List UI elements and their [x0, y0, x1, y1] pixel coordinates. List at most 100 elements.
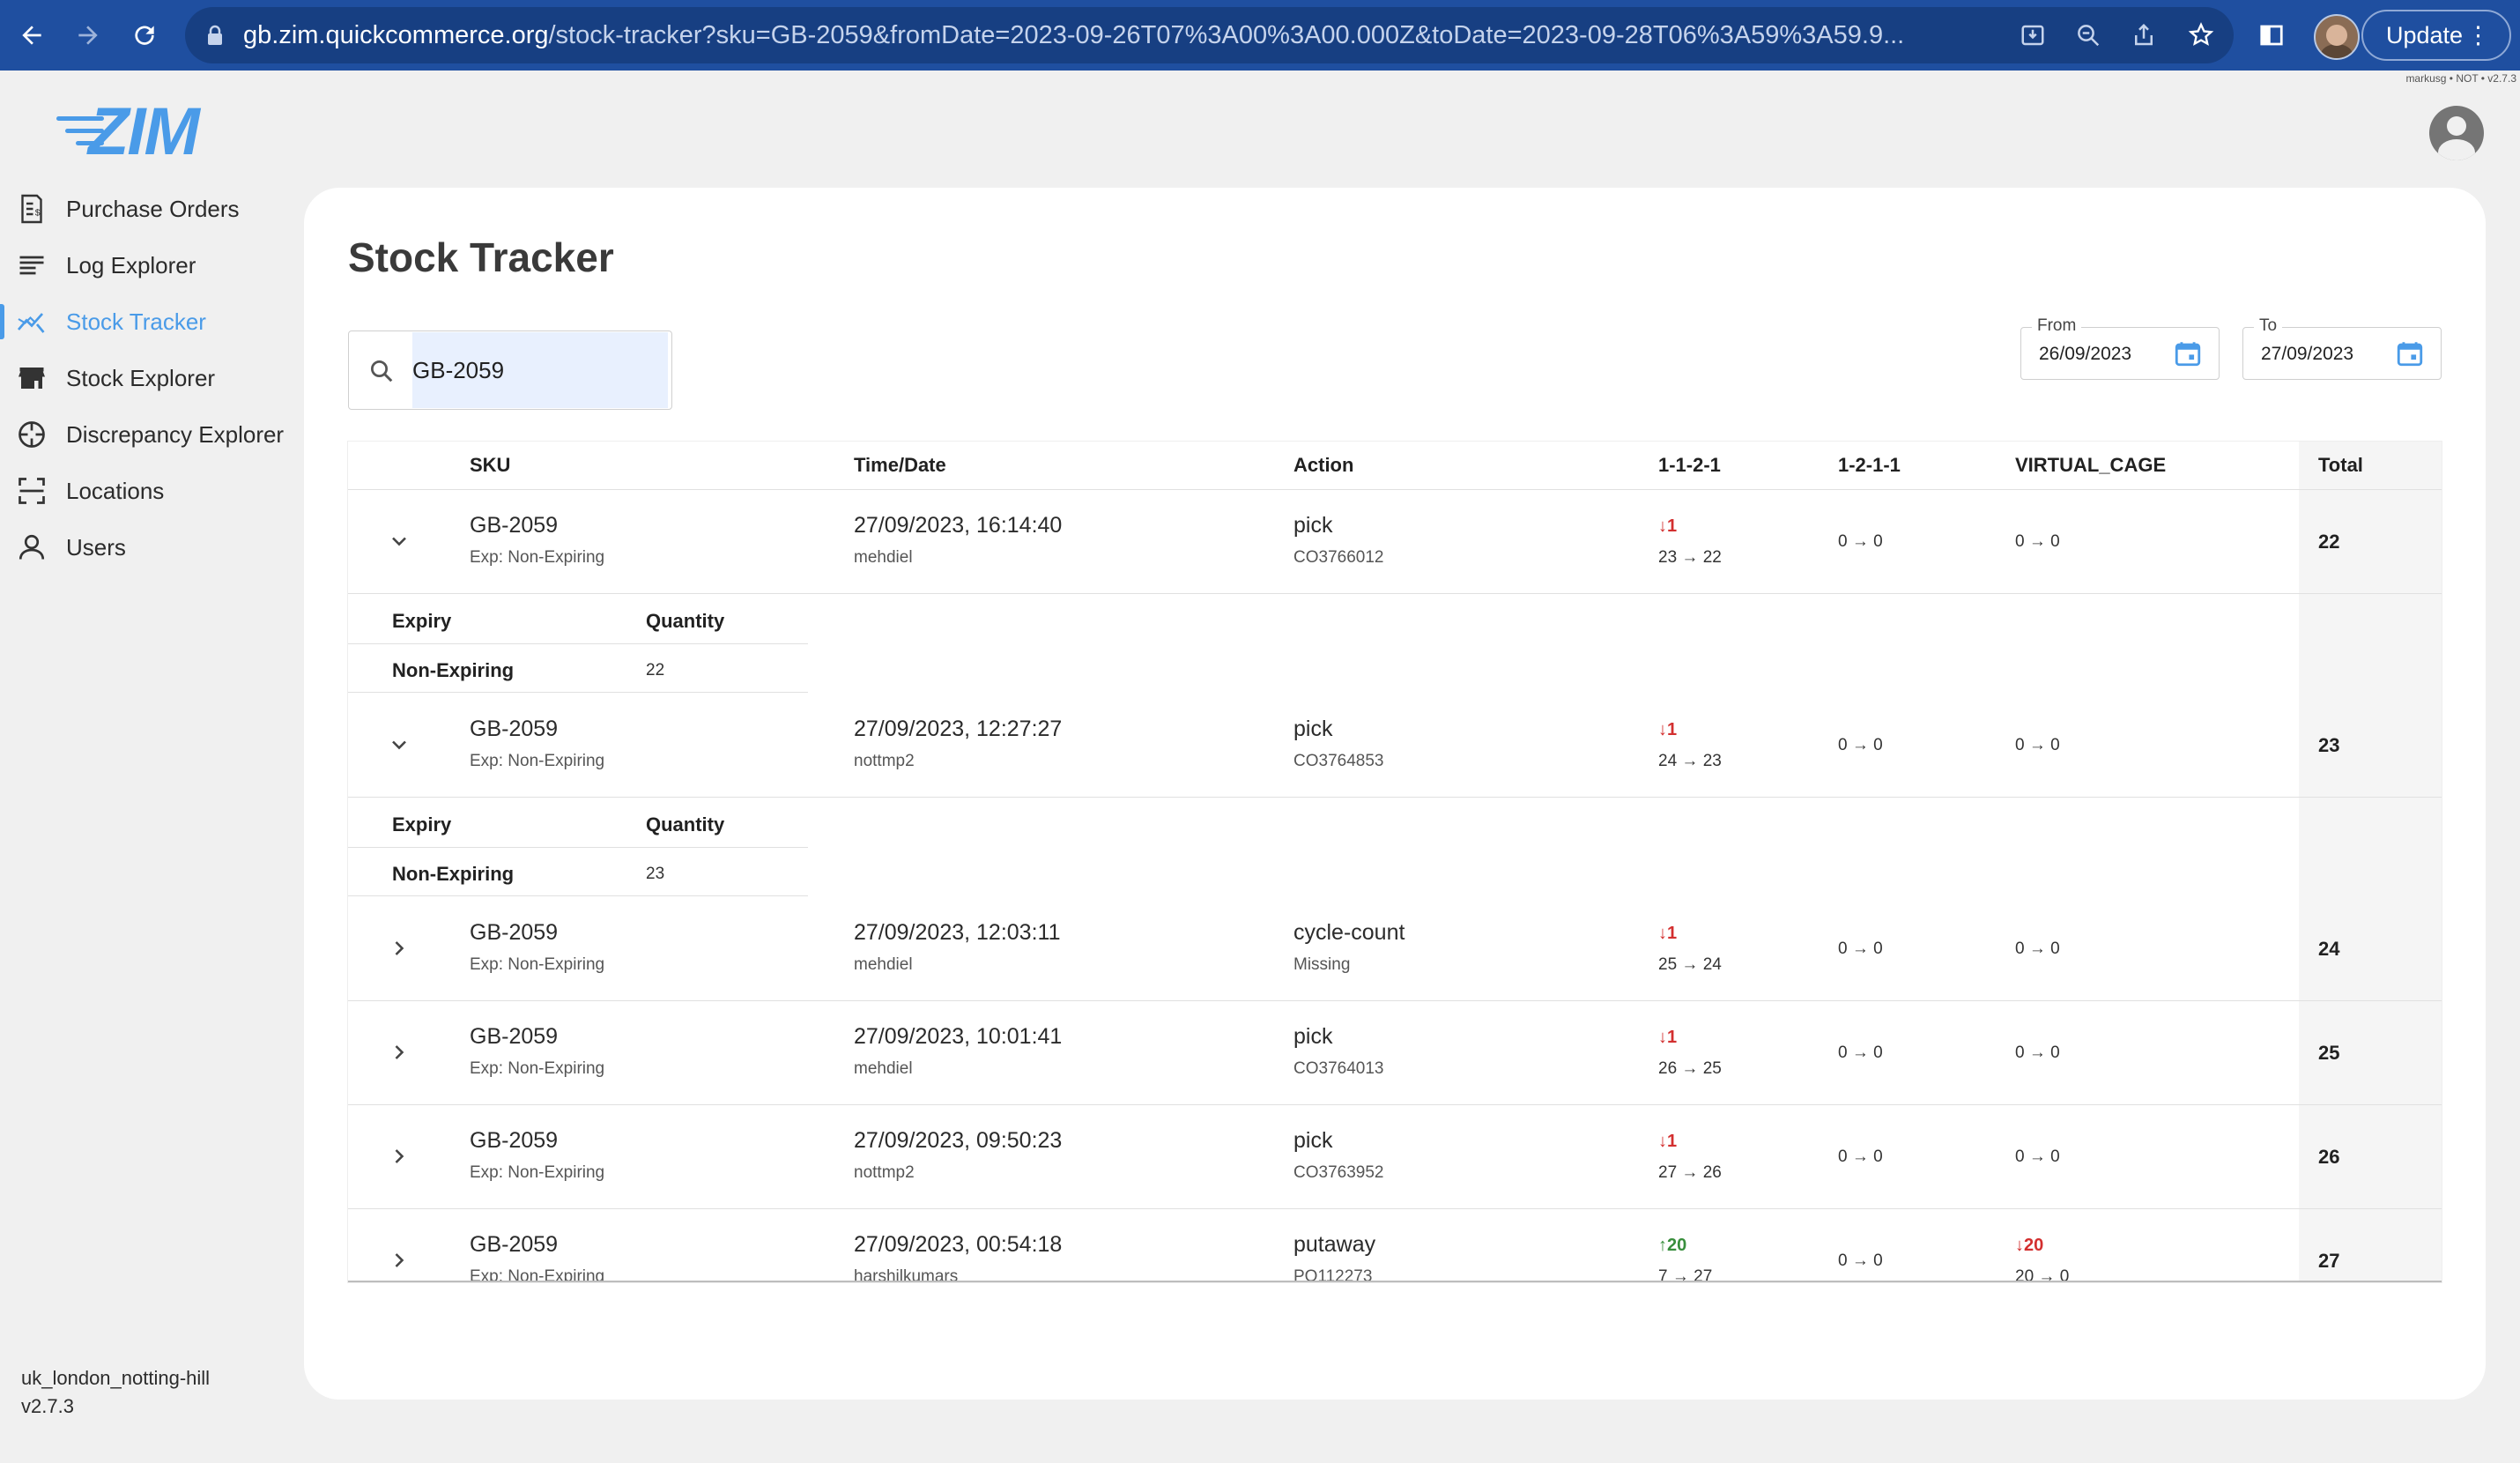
site-name: uk_london_notting-hill: [21, 1367, 211, 1389]
to-date-input[interactable]: [2261, 344, 2393, 365]
crosshair-icon: [16, 419, 48, 450]
url-text: gb.zim.quickcommerce.org/stock-tracker?s…: [243, 21, 1905, 49]
from-date-label: From: [2032, 316, 2082, 336]
column-header-time: Time/Date: [854, 454, 946, 476]
loc2-change: 0 → 0: [1838, 1147, 1883, 1166]
column-header-virtual-cage: VIRTUAL_CAGE: [2015, 454, 2167, 476]
table-row[interactable]: GB-2059 Exp: Non-Expiring 27/09/2023, 09…: [348, 1105, 2442, 1208]
from-date-input[interactable]: [2039, 344, 2171, 365]
sidebar-item-locations[interactable]: Locations: [0, 463, 300, 519]
arrow-down-icon: ↓: [1658, 1132, 1667, 1151]
user-cell: mehdiel: [854, 1059, 913, 1078]
loc-delta-down: ↓1: [1658, 516, 1677, 537]
row-expansion: Expiry Quantity Non-Expiring 22: [348, 594, 2442, 694]
page-title: Stock Tracker: [348, 234, 614, 280]
loc-change: 24 → 23: [1658, 752, 1722, 770]
side-panel-icon[interactable]: [2254, 18, 2289, 53]
share-icon[interactable]: [2126, 18, 2161, 53]
loc-delta-value: 20: [1667, 1236, 1687, 1255]
cage-delta-down: ↓20: [2015, 1236, 2043, 1256]
table-row[interactable]: GB-2059 Exp: Non-Expiring 27/09/2023, 12…: [348, 897, 2442, 1000]
expansion-divider: [348, 895, 808, 896]
expiry-cell: Exp: Non-Expiring: [470, 548, 605, 567]
cage-change: 0 → 0: [2015, 532, 2060, 551]
reference-cell: CO3764853: [1293, 752, 1384, 770]
time-cell: 27/09/2023, 12:27:27: [854, 717, 1063, 741]
table-row[interactable]: GB-2059 Exp: Non-Expiring 27/09/2023, 16…: [348, 490, 2442, 593]
expansion-expiry-value: Non-Expiring: [392, 863, 515, 885]
reload-icon[interactable]: [125, 16, 164, 55]
install-icon[interactable]: [2015, 18, 2050, 53]
logo-text: ZIM: [88, 94, 200, 169]
bookmark-star-icon[interactable]: [2183, 18, 2219, 53]
column-header-loc-1211: 1-2-1-1: [1838, 454, 1901, 476]
action-cell: pick: [1293, 717, 1333, 741]
sidebar-item-stock-explorer[interactable]: Stock Explorer: [0, 350, 300, 406]
expiry-cell: Exp: Non-Expiring: [470, 1267, 605, 1282]
time-cell: 27/09/2023, 00:54:18: [854, 1232, 1063, 1257]
loc-delta-down: ↓1: [1658, 1132, 1677, 1152]
chevron-down-icon[interactable]: [387, 732, 411, 757]
version-tag: markusg • NOT • v2.7.3: [2405, 72, 2516, 85]
back-icon[interactable]: [12, 16, 51, 55]
sidebar-item-label: Stock Explorer: [66, 364, 216, 391]
account-avatar[interactable]: [2429, 106, 2484, 160]
table-row[interactable]: GB-2059 Exp: Non-Expiring 27/09/2023, 10…: [348, 1001, 2442, 1104]
sku-cell: GB-2059: [470, 513, 559, 538]
more-vert-icon: ⋮: [2466, 22, 2490, 48]
table-row[interactable]: GB-2059 Exp: Non-Expiring 27/09/2023, 00…: [348, 1209, 2442, 1282]
forward-icon[interactable]: [69, 16, 107, 55]
search-input[interactable]: [412, 332, 668, 408]
time-cell: 27/09/2023, 09:50:23: [854, 1128, 1063, 1153]
expansion-expiry-value: Non-Expiring: [392, 659, 515, 681]
loc-delta-value: 1: [1667, 1028, 1678, 1047]
address-bar[interactable]: gb.zim.quickcommerce.org/stock-tracker?s…: [185, 7, 2234, 63]
from-date-field[interactable]: From: [2020, 316, 2220, 380]
arrow-down-icon: ↓: [1658, 720, 1667, 739]
expiry-cell: Exp: Non-Expiring: [470, 752, 605, 770]
chevron-right-icon[interactable]: [387, 1248, 411, 1273]
sidebar-item-users[interactable]: Users: [0, 519, 300, 576]
sidebar-item-purchase-orders[interactable]: $ Purchase Orders: [0, 181, 300, 237]
chevron-right-icon[interactable]: [387, 936, 411, 961]
arrow-down-icon: ↓: [2015, 1236, 2024, 1255]
table-row[interactable]: GB-2059 Exp: Non-Expiring 27/09/2023, 12…: [348, 694, 2442, 797]
user-cell: mehdiel: [854, 548, 913, 567]
total-cell: 22: [2318, 531, 2340, 553]
chevron-down-icon[interactable]: [387, 529, 411, 553]
to-date-field[interactable]: To: [2242, 316, 2442, 380]
browser-profile-avatar[interactable]: [2314, 14, 2360, 60]
calendar-icon[interactable]: [2395, 338, 2425, 373]
zim-logo[interactable]: ZIM: [56, 94, 233, 169]
arrow-down-icon: ↓: [1658, 516, 1667, 536]
loc-change: 26 → 25: [1658, 1059, 1722, 1078]
cage-change: 0 → 0: [2015, 1043, 2060, 1062]
loc-delta-down: ↓1: [1658, 1028, 1677, 1048]
sidebar-item-log-explorer[interactable]: Log Explorer: [0, 237, 300, 293]
store-icon: [16, 362, 48, 394]
action-cell: pick: [1293, 1024, 1333, 1049]
chevron-right-icon[interactable]: [387, 1144, 411, 1169]
user-cell: mehdiel: [854, 955, 913, 974]
stock-history-table: SKU Time/Date Action 1-1-2-1 1-2-1-1 VIR…: [348, 442, 2442, 1282]
chevron-right-icon[interactable]: [387, 1040, 411, 1065]
sidebar-item-discrepancy-explorer[interactable]: Discrepancy Explorer: [0, 406, 300, 463]
expansion-expiry-header: Expiry: [392, 610, 452, 632]
zoom-icon[interactable]: [2071, 18, 2106, 53]
expiry-cell: Exp: Non-Expiring: [470, 1059, 605, 1078]
time-cell: 27/09/2023, 12:03:11: [854, 920, 1061, 945]
lock-icon: [206, 25, 224, 50]
loc-change: 23 → 22: [1658, 548, 1722, 567]
reference-cell: PO112273: [1293, 1267, 1373, 1282]
browser-update-button[interactable]: Update ⋮: [2361, 10, 2511, 61]
scan-frame-icon: [16, 475, 48, 507]
person-icon: [16, 531, 48, 563]
expansion-divider: [348, 847, 808, 848]
loc-delta-value: 1: [1667, 1132, 1678, 1151]
row-expansion: Expiry Quantity Non-Expiring 23: [348, 798, 2442, 897]
calendar-icon[interactable]: [2173, 338, 2203, 373]
sidebar-item-label: Locations: [66, 477, 165, 504]
loc2-change: 0 → 0: [1838, 532, 1883, 551]
sidebar-item-stock-tracker[interactable]: Stock Tracker: [0, 293, 300, 350]
total-cell: 23: [2318, 734, 2340, 756]
